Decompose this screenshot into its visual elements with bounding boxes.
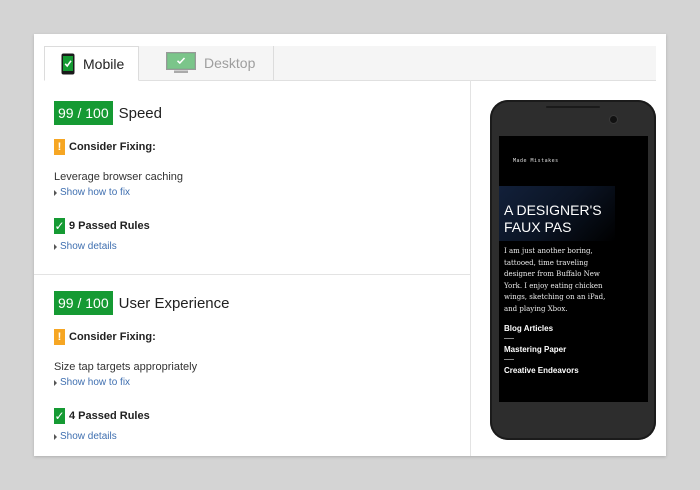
speed-show-details-link[interactable]: Show details: [54, 241, 183, 252]
device-tabs: Mobile Desktop: [44, 46, 656, 81]
preview-bio: I am just another boring, tattooed, time…: [504, 247, 606, 313]
caret-right-icon: [54, 189, 57, 196]
speed-rule-text: Leverage browser caching: [54, 171, 184, 183]
preview-nav-blog: Blog Articles: [504, 324, 554, 333]
speed-show-how-link[interactable]: Show how to fix: [54, 187, 183, 198]
tab-desktop-label: Desktop: [204, 55, 256, 71]
checkmark-icon: ✓: [54, 218, 65, 234]
speed-passed-label: 9 Passed Rules: [69, 220, 150, 232]
mobile-preview-screen: Made Mistakes A DESIGNER'S FAUX PAS I am…: [499, 136, 648, 402]
tab-mobile-label: Mobile: [83, 55, 125, 72]
preview-nav-rule: [504, 338, 514, 339]
mobile-preview-phone: Made Mistakes A DESIGNER'S FAUX PAS I am…: [490, 100, 656, 440]
phone-camera: [609, 115, 618, 124]
section-divider: [34, 274, 470, 275]
ux-score-badge: 99 / 100: [54, 291, 113, 315]
tab-desktop[interactable]: Desktop: [140, 46, 274, 80]
caret-right-icon: [54, 243, 57, 250]
preview-nav-mastering: Mastering Paper: [504, 345, 567, 354]
speed-consider-label: Consider Fixing:: [69, 141, 156, 153]
ux-show-details-label: Show details: [60, 431, 117, 442]
warning-icon: !: [54, 329, 65, 345]
caret-right-icon: [54, 379, 57, 386]
phone-bottom-bezel: [499, 402, 648, 430]
panel-divider: [470, 80, 471, 456]
preview-title-line1: A DESIGNER'S: [504, 202, 602, 218]
speed-section: 99 / 100 Speed ! Consider Fixing: Levera…: [54, 101, 183, 252]
mobile-phone-icon: [61, 53, 75, 75]
preview-site-name: Made Mistakes: [513, 158, 559, 164]
speed-show-how-label: Show how to fix: [60, 187, 131, 198]
ux-show-details-link[interactable]: Show details: [54, 431, 230, 442]
preview-nav-creative: Creative Endeavors: [504, 366, 579, 375]
ux-show-how-link[interactable]: Show how to fix: [54, 377, 230, 388]
speed-score-badge: 99 / 100: [54, 101, 113, 125]
ux-rule-text: Size tap targets appropriately: [54, 361, 198, 373]
pagespeed-card: Mobile Desktop 99 / 100 Speed ! Consider…: [34, 34, 666, 456]
ux-consider-label: Consider Fixing:: [69, 331, 156, 343]
preview-title: A DESIGNER'S FAUX PAS: [504, 202, 644, 236]
caret-right-icon: [54, 433, 57, 440]
ux-heading: User Experience: [118, 294, 230, 312]
ux-section: 99 / 100 User Experience ! Consider Fixi…: [54, 291, 230, 442]
preview-title-line2: FAUX PAS: [504, 219, 572, 235]
desktop-monitor-icon: [166, 52, 196, 74]
preview-nav-rule: [504, 359, 514, 360]
ux-show-how-label: Show how to fix: [60, 377, 131, 388]
speed-heading: Speed: [118, 104, 162, 122]
speed-show-details-label: Show details: [60, 241, 117, 252]
ux-passed-label: 4 Passed Rules: [69, 410, 150, 422]
warning-icon: !: [54, 139, 65, 155]
tab-mobile[interactable]: Mobile: [44, 46, 139, 81]
checkmark-icon: ✓: [54, 408, 65, 424]
phone-speaker: [546, 106, 600, 108]
